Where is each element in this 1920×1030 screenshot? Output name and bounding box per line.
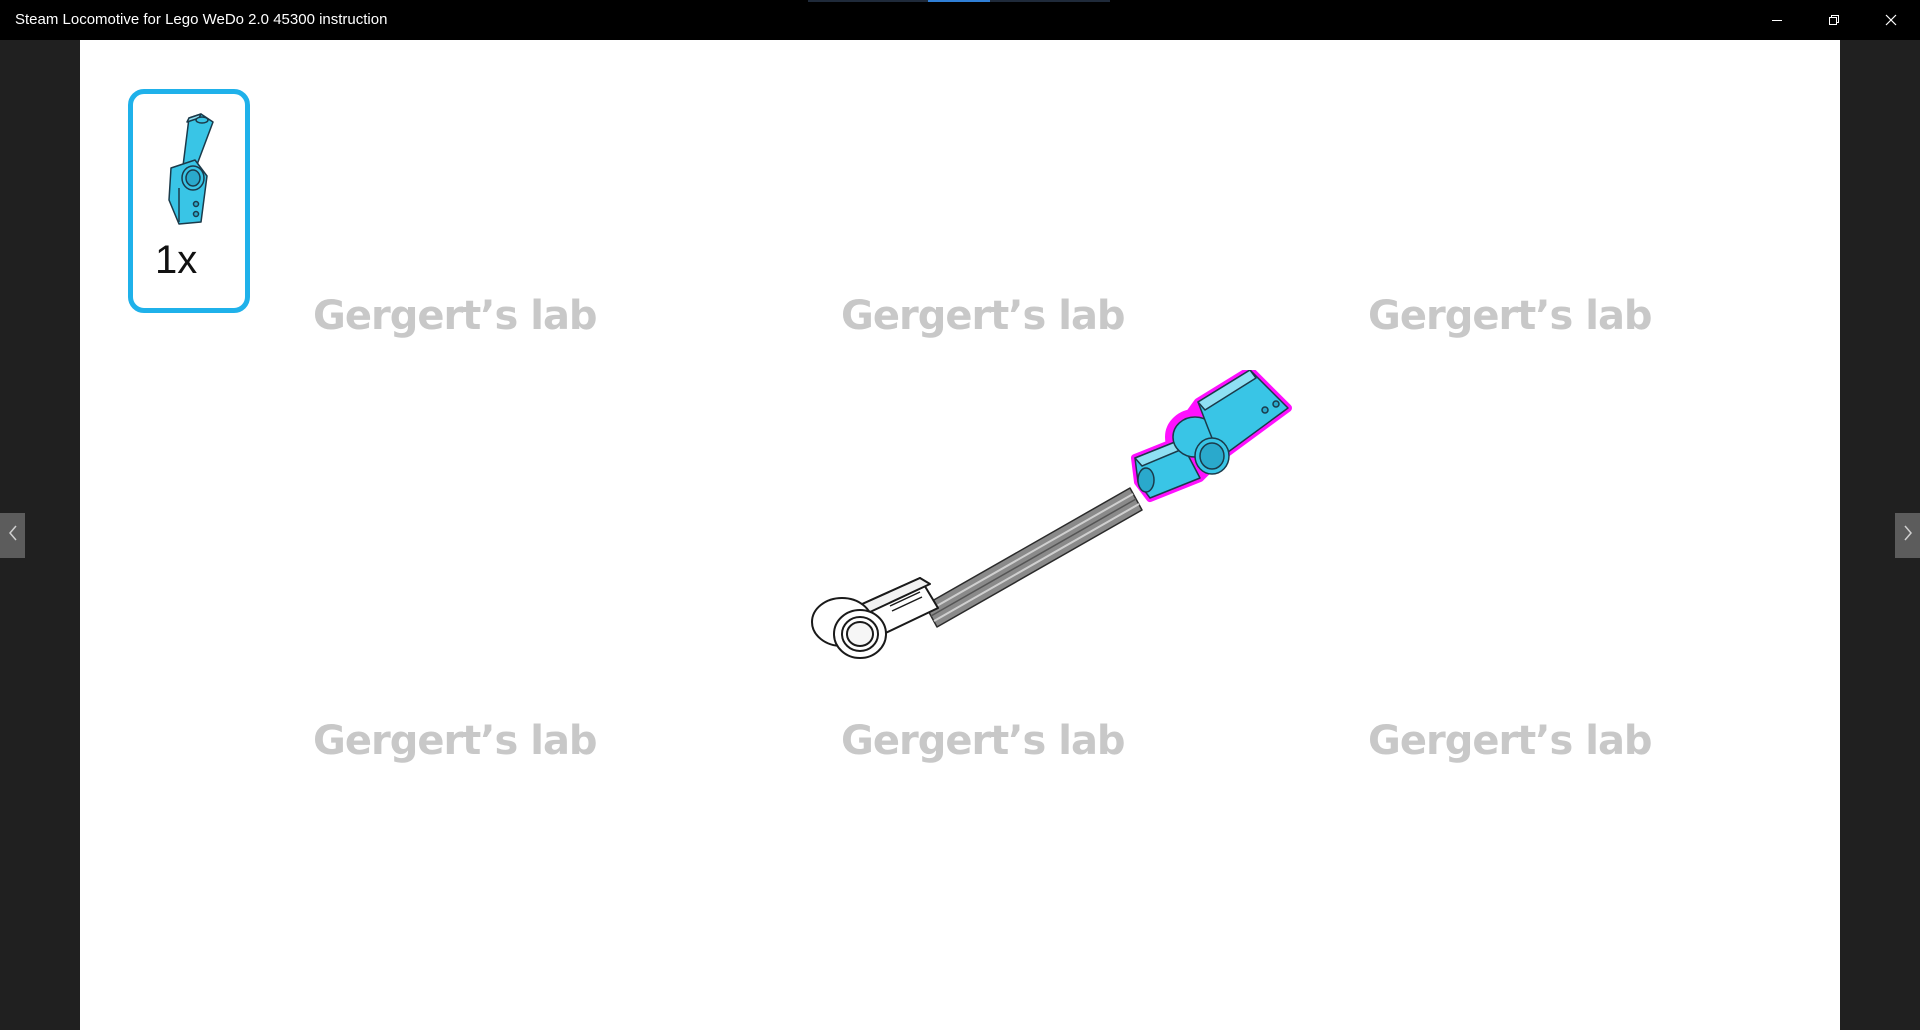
loading-strip <box>808 0 1110 2</box>
restore-button[interactable] <box>1805 0 1862 40</box>
close-icon <box>1885 14 1897 26</box>
close-button[interactable] <box>1862 0 1919 40</box>
previous-page-button[interactable] <box>0 513 25 558</box>
parts-list-box: 1x <box>128 89 250 313</box>
watermark: Gergert’s lab <box>841 718 1126 764</box>
chevron-left-icon <box>8 525 18 546</box>
loading-strip-fill <box>928 0 990 2</box>
minimize-icon <box>1771 14 1783 26</box>
assembly-illustration <box>730 366 1310 715</box>
white-beam-connector <box>811 577 939 659</box>
blue-angle-connector-icon <box>155 112 225 237</box>
next-page-button[interactable] <box>1895 513 1920 558</box>
title-bar: Steam Locomotive for Lego WeDo 2.0 45300… <box>0 0 1920 40</box>
watermark: Gergert’s lab <box>313 293 598 339</box>
blue-angle-connector <box>1131 366 1292 502</box>
watermark: Gergert’s lab <box>841 293 1126 339</box>
minimize-button[interactable] <box>1748 0 1805 40</box>
watermark: Gergert’s lab <box>1368 293 1653 339</box>
gray-axle <box>924 487 1143 628</box>
chevron-right-icon <box>1903 525 1913 546</box>
watermark: Gergert’s lab <box>1368 718 1653 764</box>
watermark: Gergert’s lab <box>313 718 598 764</box>
instruction-page: 1x Gergert’s lab Gergert’s lab Gergert’s… <box>80 40 1840 1030</box>
window-title: Steam Locomotive for Lego WeDo 2.0 45300… <box>15 11 388 28</box>
part-quantity: 1x <box>155 238 198 282</box>
restore-icon <box>1828 14 1840 26</box>
